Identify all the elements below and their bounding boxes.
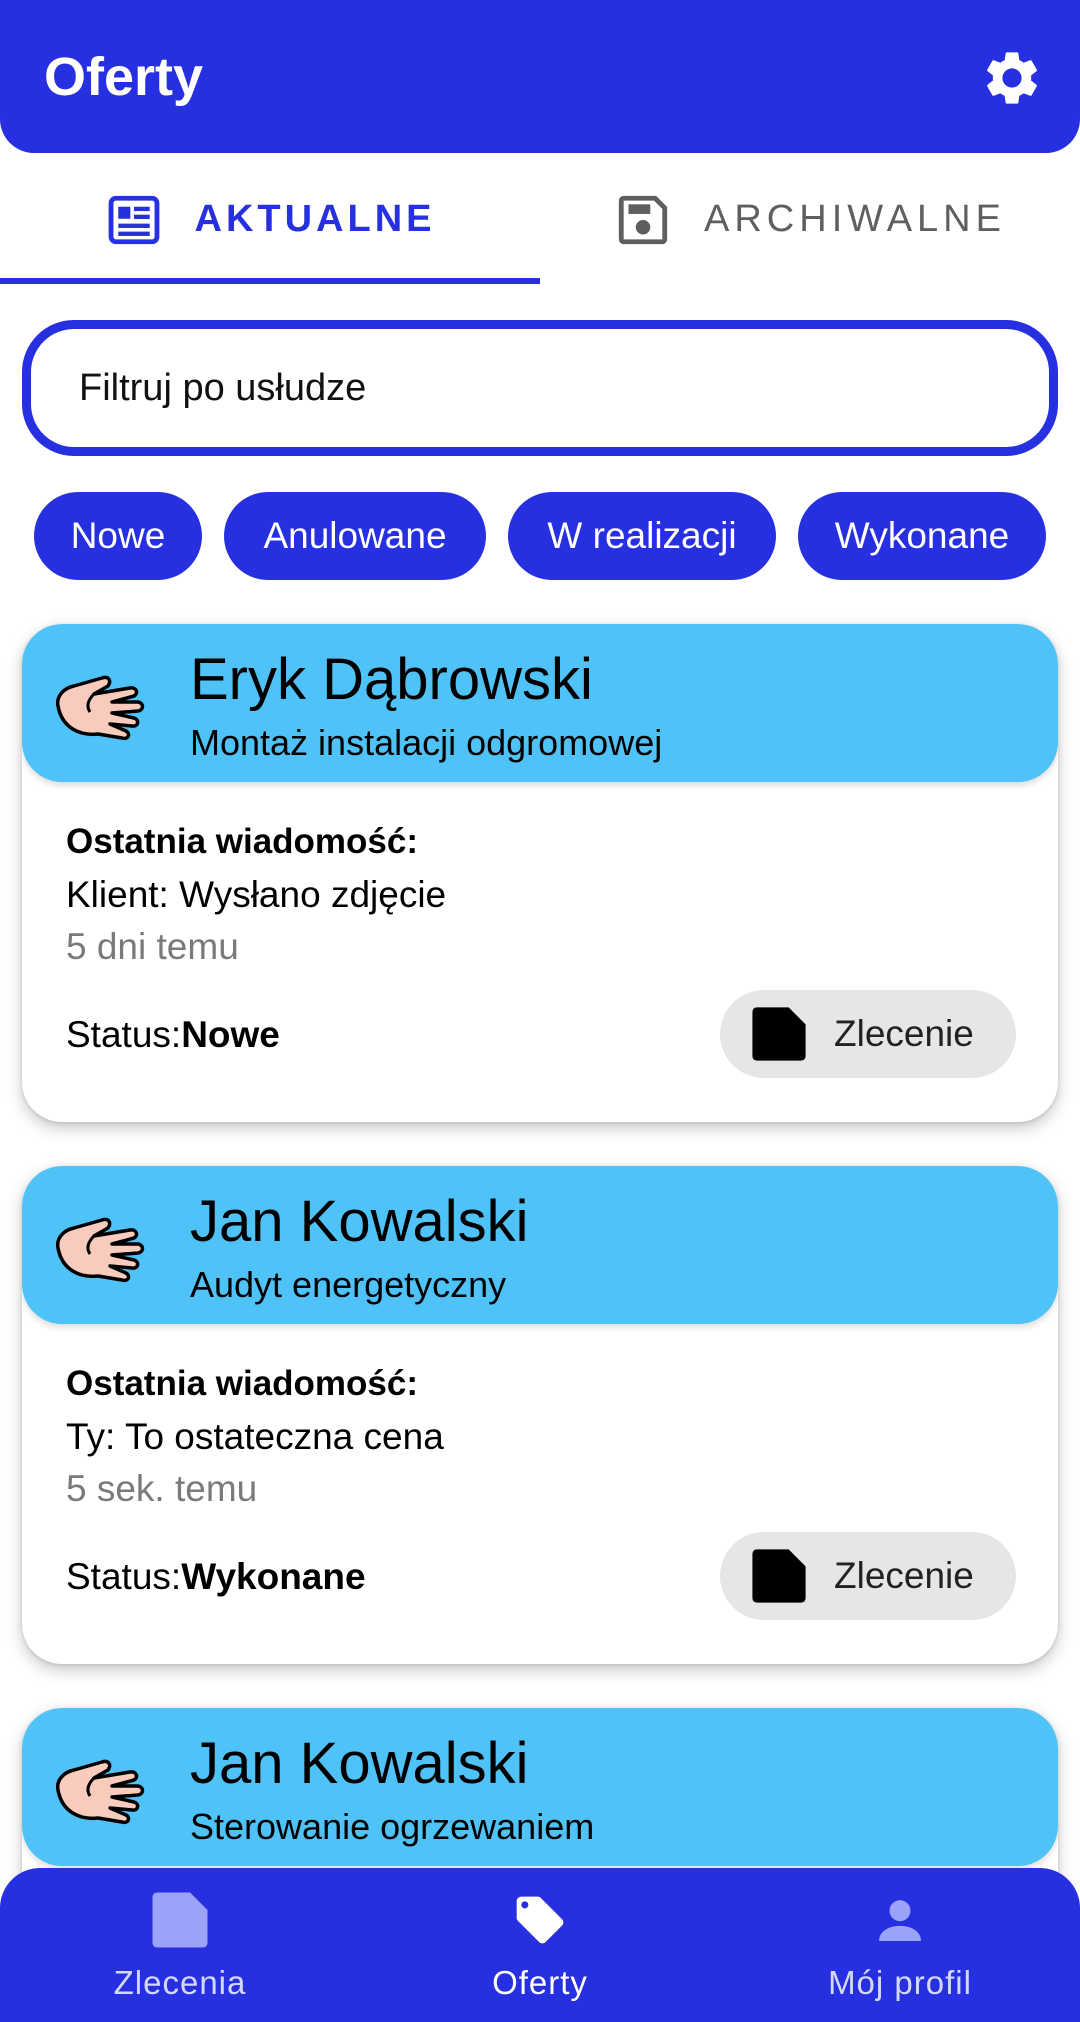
last-message: Klient: Wysłano zdjęcie [66, 874, 447, 915]
offer-card-header: Eryk Dąbrowski Montaż instalacji odgromo… [22, 624, 1058, 782]
status-label: Status: [66, 1556, 182, 1597]
last-message: Ty: To ostateczna cena [66, 1416, 444, 1457]
chip-w-realizacji[interactable]: W realizacji [508, 492, 776, 580]
tab-label: AKTUALNE [194, 198, 436, 240]
tab-archiwalne[interactable]: ARCHIWALNE [540, 153, 1080, 286]
nav-item-moj-profil[interactable]: Mój profil [720, 1868, 1080, 2022]
newspaper-icon [108, 195, 159, 244]
offer-card[interactable]: Jan Kowalski Audyt energetyczny Ostatnia… [22, 1166, 1058, 1664]
status-line: Status:Nowe [66, 1014, 280, 1056]
status-label: Status: [66, 1014, 182, 1055]
person-icon [879, 1900, 921, 1941]
status-line: Status:Wykonane [66, 1556, 366, 1598]
save-icon [618, 195, 668, 244]
document-icon [152, 1892, 208, 1948]
offer-card-header: Jan Kowalski Audyt energetyczny [22, 1166, 1058, 1324]
handshake-hand-icon [55, 675, 145, 741]
app-screen: Oferty AKTUALNE ARCHIWALNE Filtruj po us… [0, 0, 1080, 2022]
nav-item-oferty[interactable]: Oferty [360, 1868, 720, 2022]
handshake-hand-icon [55, 1217, 145, 1283]
service-name: Audyt energetyczny [190, 1264, 507, 1305]
page-title: Oferty [44, 47, 204, 107]
handshake-hand-icon [55, 1759, 145, 1825]
last-message-label: Ostatnia wiadomość: [66, 1364, 419, 1403]
order-button-label: Zlecenie [834, 1555, 974, 1596]
client-name: Jan Kowalski [190, 1189, 529, 1254]
status-value: Nowe [181, 1014, 280, 1055]
nav-label: Mój profil [828, 1964, 972, 2001]
chip-wykonane[interactable]: Wykonane [798, 492, 1046, 580]
offer-card-header: Jan Kowalski Sterowanie ogrzewaniem [22, 1708, 1058, 1866]
chip-nowe[interactable]: Nowe [34, 492, 202, 580]
client-name: Eryk Dąbrowski [190, 647, 593, 712]
offer-card-body: Ostatnia wiadomość: Ty: To ostateczna ce… [22, 1324, 1058, 1664]
search-input[interactable]: Filtruj po usłudze [22, 320, 1058, 456]
app-bar: Oferty [0, 0, 1080, 153]
last-message-time: 5 sek. temu [66, 1468, 258, 1509]
tab-aktualne[interactable]: AKTUALNE [0, 153, 540, 286]
tab-label: ARCHIWALNE [704, 198, 1006, 240]
service-name: Montaż instalacji odgromowej [190, 722, 663, 763]
client-name: Jan Kowalski [190, 1731, 529, 1796]
nav-item-zlecenia[interactable]: Zlecenia [0, 1868, 360, 2022]
tag-icon [516, 1896, 564, 1944]
status-value: Wykonane [181, 1556, 366, 1597]
bottom-navigation: Zlecenia Oferty Mój profil [0, 1868, 1080, 2022]
document-icon [752, 1549, 806, 1603]
nav-label: Oferty [492, 1964, 588, 2001]
service-name: Sterowanie ogrzewaniem [190, 1806, 595, 1847]
offer-card[interactable]: Eryk Dąbrowski Montaż instalacji odgromo… [22, 624, 1058, 1122]
active-tab-indicator [0, 278, 540, 284]
tab-bar: AKTUALNE ARCHIWALNE [0, 153, 1080, 286]
nav-label: Zlecenia [113, 1964, 247, 2001]
order-button-label: Zlecenie [834, 1013, 974, 1054]
order-button[interactable]: Zlecenie [720, 1532, 1016, 1620]
last-message-time: 5 dni temu [66, 926, 239, 967]
last-message-label: Ostatnia wiadomość: [66, 822, 419, 861]
order-button[interactable]: Zlecenie [720, 990, 1016, 1078]
offer-card-body: Ostatnia wiadomość: Klient: Wysłano zdję… [22, 782, 1058, 1122]
document-icon [752, 1007, 806, 1061]
gear-icon[interactable] [980, 46, 1044, 110]
chip-anulowane[interactable]: Anulowane [224, 492, 486, 580]
